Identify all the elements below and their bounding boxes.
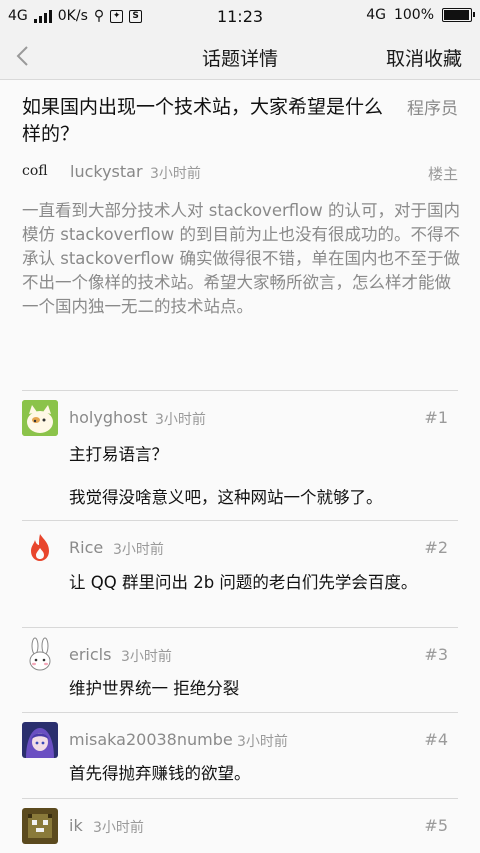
cat-avatar-icon [22, 400, 58, 436]
reply-item[interactable]: ericls 3小时前 #3 维护世界统一 拒绝分裂 [22, 637, 458, 712]
avatar[interactable] [22, 808, 58, 844]
op-timestamp: 3小时前 [150, 166, 201, 182]
flame-icon [22, 530, 58, 566]
reply-username[interactable]: Rice [69, 538, 103, 557]
reply-timestamp: 3小时前 [93, 820, 144, 836]
reply-username[interactable]: ericls [69, 645, 111, 664]
network-type-right: 4G [366, 7, 386, 23]
nav-bar: 话题详情 取消收藏 [0, 34, 480, 80]
reply-username[interactable]: holyghost [69, 408, 148, 427]
reply-item[interactable]: holyghost 3小时前 #1 主打易语言？ 我觉得没啥意义吧，这种网站一个… [22, 400, 458, 520]
floor-number: #5 [424, 816, 448, 835]
reply-timestamp: 3小时前 [121, 649, 172, 665]
op-header: cofl luckystar 3小时前 楼主 [22, 160, 458, 184]
reply-timestamp: 3小时前 [113, 542, 164, 558]
reply-username[interactable]: misaka20038numbe [69, 730, 233, 749]
status-bar: 4G 0K/s ⚲ ✦ S 11:23 4G 100% [0, 0, 480, 34]
op-body: 一直看到大部分技术人对 stackoverflow 的认可，对于国内模仿 sta… [22, 201, 460, 316]
reply-username[interactable]: ik [69, 816, 83, 835]
avatar[interactable] [22, 722, 58, 758]
divider [22, 627, 458, 628]
divider [22, 712, 458, 713]
reply-text: 首先得抛弃赚钱的欲望。 [69, 764, 251, 783]
reply-text: 让 QQ 群里问出 2b 问题的老白们先学会百度。 [69, 573, 418, 592]
op-badge: 楼主 [427, 165, 458, 183]
op-username[interactable]: luckystar [70, 162, 143, 181]
floor-number: #3 [424, 645, 448, 664]
reply-item[interactable]: misaka20038numbe 3小时前 #4 首先得抛弃赚钱的欲望。 [22, 722, 458, 798]
divider [22, 520, 458, 521]
reply-timestamp: 3小时前 [237, 734, 288, 750]
rabbit-icon [22, 637, 58, 673]
category-tag[interactable]: 程序员 [407, 94, 458, 119]
floor-number: #4 [424, 730, 448, 749]
divider [22, 798, 458, 799]
op-avatar[interactable]: cofl [22, 160, 58, 184]
reply-line: 我觉得没啥意义吧，这种网站一个就够了。 [69, 488, 383, 507]
unfavorite-button[interactable]: 取消收藏 [386, 44, 462, 71]
divider [22, 390, 458, 391]
reply-text: 主打易语言？ 我觉得没啥意义吧，这种网站一个就够了。 [69, 443, 447, 510]
anime-avatar-icon [22, 722, 58, 758]
floor-number: #1 [424, 408, 448, 427]
reply-item[interactable]: ik 3小时前 #5 [22, 808, 458, 853]
avatar[interactable] [22, 637, 58, 673]
reply-item[interactable]: Rice 3小时前 #2 让 QQ 群里问出 2b 问题的老白们先学会百度。 [22, 530, 458, 627]
question-title: 如果国内出现一个技术站，大家希望是什么样的？ [22, 96, 384, 145]
battery-icon [442, 8, 475, 22]
battery-percent: 100% [393, 7, 434, 23]
status-right: 4G 100% [366, 7, 475, 23]
pixel-avatar-icon [22, 808, 58, 844]
avatar[interactable] [22, 530, 58, 566]
avatar[interactable] [22, 400, 58, 436]
floor-number: #2 [424, 538, 448, 557]
reply-line: 主打易语言？ [69, 445, 168, 464]
reply-text: 维护世界统一 拒绝分裂 [69, 679, 240, 698]
reply-timestamp: 3小时前 [155, 412, 206, 428]
topic-content[interactable]: 如果国内出现一个技术站，大家希望是什么样的？ 程序员 cofl luckysta… [0, 80, 480, 853]
